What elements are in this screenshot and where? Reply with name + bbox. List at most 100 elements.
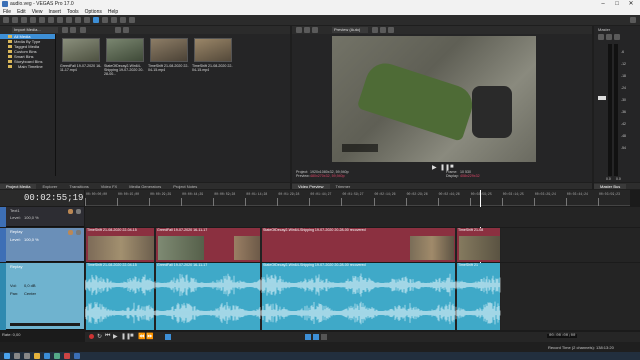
browser-icon[interactable]	[44, 353, 50, 359]
video-clip[interactable]: GreedFall 19-07-2020 16-11-17	[155, 228, 261, 262]
help-icon[interactable]	[630, 17, 636, 23]
preview-settings-icon[interactable]	[296, 27, 302, 33]
tab-trimmer[interactable]: Trimmer	[330, 184, 357, 189]
master-meter-scale: -6 -12 -18 -24 -30 -36 -42 -48 -54	[621, 46, 626, 154]
tab-video-preview[interactable]: Video Preview	[292, 183, 330, 189]
view-icon[interactable]	[80, 27, 86, 33]
master-solo-icon[interactable]	[614, 34, 620, 40]
app-icon	[2, 1, 8, 7]
render-icon[interactable]	[30, 17, 36, 23]
play-icon[interactable]: ▶	[113, 333, 118, 340]
play-icon[interactable]	[115, 27, 121, 33]
ripple-edit-icon[interactable]	[313, 334, 319, 340]
menu-help[interactable]: Help	[108, 9, 118, 15]
selection-tool-icon[interactable]	[111, 17, 117, 23]
save-snapshot-icon[interactable]	[388, 27, 394, 33]
vegas-taskbar-icon[interactable]	[74, 353, 80, 359]
properties-icon[interactable]	[39, 17, 45, 23]
task-view-icon[interactable]	[24, 353, 30, 359]
minimize-icon[interactable]: –	[596, 0, 610, 8]
preview-fx-icon[interactable]	[304, 27, 310, 33]
search-icon[interactable]	[14, 353, 20, 359]
media-thumbnail[interactable]	[106, 38, 144, 62]
envelope-tool-icon[interactable]	[102, 17, 108, 23]
video-clip[interactable]: TimeShift 21-08-2020 22-04-15	[85, 228, 155, 262]
start-icon[interactable]	[4, 353, 10, 359]
audio-track-lane[interactable]: TimeShift 21-08-2020 22-04-15 GreedFall …	[85, 263, 640, 330]
normal-edit-tool-icon[interactable]	[165, 334, 171, 340]
tab-media-generators[interactable]: Media Generators	[123, 184, 167, 189]
media-thumbnail[interactable]	[194, 38, 232, 62]
clip-label: StateOfDecay2-Win64-Shipping 19-07-2020 …	[263, 263, 366, 267]
undo-icon[interactable]	[75, 17, 81, 23]
scale-mark: -6	[621, 50, 625, 54]
clip-frame-thumb	[410, 236, 454, 260]
master-fx-icon[interactable]	[598, 34, 604, 40]
app-taskbar-icon[interactable]	[64, 353, 70, 359]
tab-project-notes[interactable]: Project Notes	[167, 184, 203, 189]
preview-quality-dropdown[interactable]: Preview (Auto)	[332, 27, 368, 33]
auto-crossfade-icon[interactable]	[321, 334, 327, 340]
normal-edit-tool-icon[interactable]	[93, 17, 99, 23]
track-header-video[interactable]: Replay Level: 100,0 %	[0, 228, 84, 262]
track-fx-icon[interactable]	[68, 230, 73, 235]
file-explorer-icon[interactable]	[34, 353, 40, 359]
timeline-ruler[interactable]: 00:00:00;00 00:00:15;00 00:00:29;29 00:00:4…	[85, 190, 630, 206]
ruler-tick	[181, 198, 183, 206]
play-from-start-icon[interactable]: ⏮	[105, 333, 110, 340]
add-icon[interactable]	[62, 27, 68, 33]
track-header-text[interactable]: Text1 Level: 100,0 %	[0, 207, 84, 227]
menu-options[interactable]: Options	[85, 9, 102, 15]
tab-transitions[interactable]: Transitions	[63, 184, 94, 189]
track-name: Text1	[10, 208, 20, 213]
tab-master-bus[interactable]: Master Bus	[594, 183, 627, 189]
loop-icon[interactable]: ↻	[97, 333, 102, 340]
maximize-icon[interactable]: □	[610, 0, 624, 8]
copy-icon[interactable]	[57, 17, 63, 23]
ruler-time-label: 00:01:29;28	[278, 192, 300, 196]
split-tool-icon[interactable]	[129, 17, 135, 23]
save-icon[interactable]	[21, 17, 27, 23]
open-icon[interactable]	[12, 17, 18, 23]
menu-edit[interactable]: Edit	[17, 9, 26, 15]
media-thumbnail[interactable]	[62, 38, 100, 62]
master-fader-handle[interactable]	[598, 96, 606, 100]
tab-video-fx[interactable]: Video FX	[95, 184, 123, 189]
redo-icon[interactable]	[84, 17, 90, 23]
remove-icon[interactable]	[70, 27, 76, 33]
split-screen-icon[interactable]	[312, 27, 318, 33]
overlays-icon[interactable]	[372, 27, 378, 33]
master-mute-icon[interactable]	[606, 34, 612, 40]
track-pan-value: Center	[24, 291, 37, 296]
menu-view[interactable]: View	[32, 9, 43, 15]
display-label: Display:	[446, 174, 459, 178]
paste-icon[interactable]	[66, 17, 72, 23]
video-track-lane[interactable]: TimeShift 21-08-2020 22-04-15 GreedFall …	[85, 228, 640, 262]
media-thumbnail[interactable]	[150, 38, 188, 62]
stop-icon[interactable]: ■	[130, 333, 134, 339]
zoom-tool-icon[interactable]	[120, 17, 126, 23]
text-track-lane[interactable]	[85, 207, 640, 227]
copy-snapshot-icon[interactable]	[380, 27, 386, 33]
stop-icon[interactable]	[123, 27, 129, 33]
tree-main-timeline[interactable]: Main Timeline	[0, 64, 55, 69]
snapping-icon[interactable]	[305, 334, 311, 340]
cut-icon[interactable]	[48, 17, 54, 23]
store-icon[interactable]	[54, 353, 60, 359]
record-icon[interactable]	[89, 334, 94, 339]
track-mute-icon[interactable]	[76, 230, 81, 235]
menu-file[interactable]: File	[3, 9, 11, 15]
track-solo-icon[interactable]	[76, 209, 81, 214]
menu-tools[interactable]: Tools	[67, 9, 79, 15]
track-fx-icon[interactable]	[68, 209, 73, 214]
menu-insert[interactable]: Insert	[48, 9, 61, 15]
go-to-start-icon[interactable]: ⏪	[138, 333, 145, 340]
tab-project-media[interactable]: Project Media	[0, 183, 37, 189]
close-icon[interactable]: ✕	[624, 0, 638, 8]
tab-explorer[interactable]: Explorer	[36, 184, 63, 189]
go-to-end-icon[interactable]: ⏩	[146, 333, 153, 340]
new-icon[interactable]	[3, 17, 9, 23]
track-header-audio[interactable]: Replay Vol: 0,0 dB Pan: Center	[0, 263, 84, 330]
import-media-dropdown[interactable]: Import Media...	[12, 27, 58, 33]
video-clip[interactable]: TimeShift 21-08	[456, 228, 501, 262]
